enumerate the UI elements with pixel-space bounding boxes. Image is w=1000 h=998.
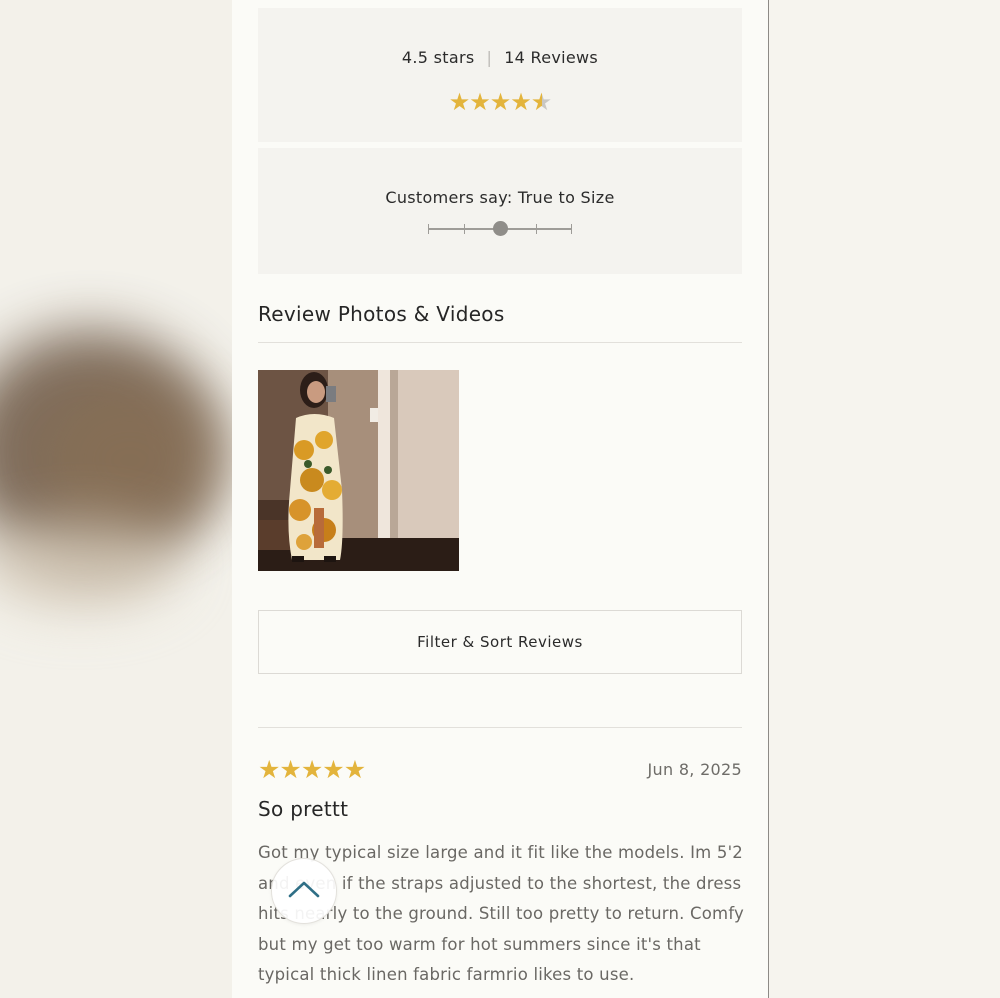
screen: 4.5 stars | 14 Reviews ★★★★★ Customers say… — [0, 0, 1000, 998]
star-icon: ★ — [530, 88, 552, 116]
review-photo-thumbnail[interactable] — [258, 370, 459, 571]
back-to-top-button[interactable] — [271, 858, 337, 924]
review-body: Got my typical size large and it fit lik… — [258, 843, 745, 984]
reviews-divider — [258, 727, 742, 728]
fit-label: Customers say: True to Size — [385, 188, 615, 207]
rating-summary: 4.5 stars | 14 Reviews ★★★★★ — [258, 8, 742, 142]
review-date: Jun 8, 2025 — [647, 760, 742, 779]
review-rating-stars: ★★★★★ — [258, 755, 366, 784]
star-icon: ★ — [469, 88, 490, 116]
fit-tick — [428, 224, 429, 234]
fit-summary: Customers say: True to Size — [258, 148, 742, 274]
star-icon: ★ — [489, 88, 511, 116]
chevron-up-icon — [288, 881, 320, 898]
fit-tick — [464, 224, 465, 234]
rating-summary-text: 4.5 stars | 14 Reviews — [258, 48, 742, 67]
review-photos-title: Review Photos & Videos — [258, 302, 505, 326]
fit-scale — [428, 221, 572, 236]
star-icon: ★ — [322, 755, 344, 784]
blurred-background-right — [768, 0, 1000, 998]
section-divider — [258, 342, 742, 343]
star-icon: ★ — [279, 755, 301, 784]
filter-sort-button[interactable]: Filter & Sort Reviews — [258, 610, 742, 674]
star-icon: ★ — [258, 755, 280, 784]
reviews-panel: 4.5 stars | 14 Reviews ★★★★★ Customers say… — [232, 0, 768, 998]
rating-stars: ★★★★★ — [258, 90, 742, 114]
reviews-count[interactable]: 14 Reviews — [504, 48, 598, 67]
rating-separator: | — [486, 48, 493, 67]
review-title: So prettt — [258, 797, 349, 821]
star-icon: ★ — [510, 88, 531, 116]
star-icon: ★ — [448, 88, 470, 116]
rating-stars-label: 4.5 stars — [401, 48, 475, 67]
blurred-background-left — [0, 0, 232, 998]
fit-tick — [571, 224, 572, 234]
fit-tick — [536, 224, 537, 234]
star-icon: ★ — [300, 755, 323, 784]
star-icon: ★ — [343, 755, 366, 784]
fit-indicator — [493, 221, 508, 236]
